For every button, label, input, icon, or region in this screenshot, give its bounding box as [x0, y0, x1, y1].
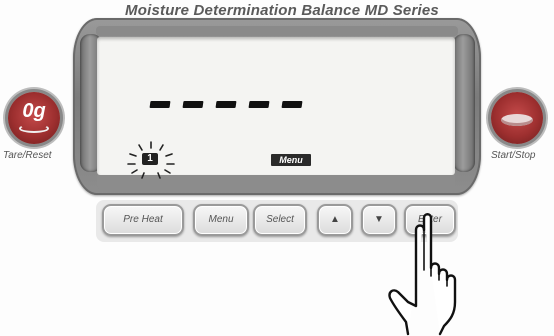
reading-dash	[281, 101, 303, 108]
start-dish-icon	[501, 114, 533, 126]
pointing-hand-icon	[388, 213, 457, 336]
reading-dash	[215, 101, 237, 108]
display-right-rail	[453, 34, 475, 172]
reading-dash	[182, 101, 204, 108]
menu-indicator: Menu	[271, 154, 311, 166]
tare-face-label: 0g	[22, 100, 46, 122]
preheat-key[interactable]: Pre Heat	[102, 204, 184, 236]
panel-title: Moisture Determination Balance MD Series	[125, 2, 439, 19]
down-arrow-icon: ▼	[374, 214, 384, 225]
step-indicator: 1	[142, 153, 158, 165]
start-stop-button[interactable]	[491, 92, 543, 144]
menu-key[interactable]: Menu	[193, 204, 249, 236]
reading-dash	[149, 101, 171, 108]
balance-panel: Moisture Determination Balance MD Series…	[0, 0, 554, 336]
tare-reset-label: Tare/Reset	[3, 150, 52, 161]
select-key[interactable]: Select	[253, 204, 307, 236]
reading-dash	[248, 101, 270, 108]
start-stop-label: Start/Stop	[491, 150, 536, 161]
tare-reset-button[interactable]: 0g	[8, 92, 60, 144]
up-arrow-icon: ▲	[330, 214, 340, 225]
tare-dish-icon	[19, 124, 49, 133]
up-arrow-key[interactable]: ▲	[317, 204, 353, 236]
display-top-strip	[96, 26, 458, 36]
weight-reading	[149, 101, 303, 115]
